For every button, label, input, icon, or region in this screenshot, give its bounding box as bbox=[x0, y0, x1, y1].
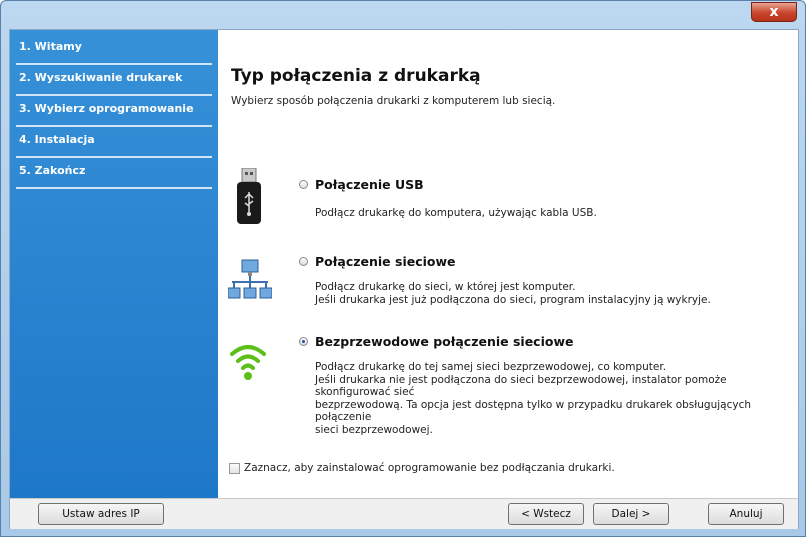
network-option-radio[interactable] bbox=[299, 257, 308, 266]
step-printer-search: 2. Wyszukiwanie drukarek bbox=[16, 67, 212, 96]
set-ip-button[interactable]: Ustaw adres IP bbox=[38, 503, 164, 525]
installer-window: x 1. Witamy 2. Wyszukiwanie drukarek 3. … bbox=[0, 0, 806, 537]
main-content: Typ połączenia z drukarką Wybierz sposób… bbox=[218, 30, 798, 498]
title-bar: x bbox=[1, 1, 807, 29]
network-icon bbox=[227, 258, 273, 306]
wireless-option-radio[interactable] bbox=[299, 337, 308, 346]
usb-drive-icon bbox=[236, 167, 262, 230]
usb-option-radio[interactable] bbox=[299, 180, 308, 189]
step-choose-software: 3. Wybierz oprogramowanie bbox=[16, 98, 212, 127]
usb-option-description: Podłącz drukarkę do komputera, używając … bbox=[315, 207, 597, 219]
network-option-title[interactable]: Połączenie sieciowe bbox=[315, 254, 456, 269]
cancel-button[interactable]: Anuluj bbox=[708, 503, 784, 525]
next-button[interactable]: Dalej > bbox=[593, 503, 669, 525]
wireless-option-description: Podłącz drukarkę do tej samej sieci bezp… bbox=[315, 361, 751, 436]
usb-option-title[interactable]: Połączenie USB bbox=[315, 177, 424, 192]
client-area: 1. Witamy 2. Wyszukiwanie drukarek 3. Wy… bbox=[9, 29, 799, 529]
wireless-option-title[interactable]: Bezprzewodowe połączenie sieciowe bbox=[315, 334, 574, 349]
steps-sidebar: 1. Witamy 2. Wyszukiwanie drukarek 3. Wy… bbox=[10, 30, 218, 498]
step-installation: 4. Instalacja bbox=[16, 129, 212, 158]
step-finish: 5. Zakończ bbox=[16, 160, 212, 189]
wifi-icon bbox=[230, 340, 266, 386]
close-button[interactable]: x bbox=[751, 2, 797, 22]
step-welcome: 1. Witamy bbox=[16, 36, 212, 65]
network-option-description: Podłącz drukarkę do sieci, w której jest… bbox=[315, 281, 711, 306]
page-title: Typ połączenia z drukarką bbox=[231, 66, 481, 86]
footer-bar: Ustaw adres IP < Wstecz Dalej > Anuluj bbox=[10, 498, 798, 529]
install-without-printer-label[interactable]: Zaznacz, aby zainstalować oprogramowanie… bbox=[244, 462, 615, 474]
install-without-printer-checkbox[interactable] bbox=[229, 463, 240, 474]
back-button[interactable]: < Wstecz bbox=[508, 503, 584, 525]
page-subtitle: Wybierz sposób połączenia drukarki z kom… bbox=[231, 95, 556, 107]
